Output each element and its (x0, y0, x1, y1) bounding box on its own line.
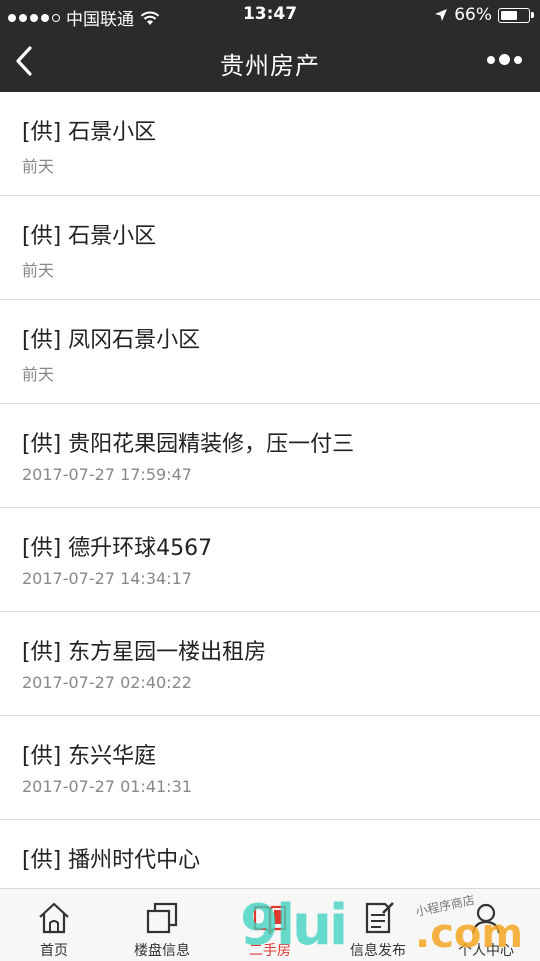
more-options-icon[interactable] (487, 54, 522, 65)
list-item[interactable]: [供] 凤冈石景小区 前天 (0, 300, 540, 404)
list-item[interactable]: [供] 贵阳花果园精装修，压一付三 2017-07-27 17:59:47 (0, 404, 540, 508)
status-right: 66% (434, 5, 534, 25)
item-time: 前天 (22, 261, 55, 280)
battery-percent: 66% (454, 5, 492, 25)
list-item[interactable]: [供] 德升环球4567 2017-07-27 14:34:17 (0, 508, 540, 612)
home-icon (39, 902, 69, 934)
buildings-icon (146, 902, 178, 934)
listing-list: [供] 石景小区 前天 [供] 石景小区 前天 [供] 凤冈石景小区 前天 [供… (0, 92, 540, 924)
battery-icon (498, 7, 534, 23)
tab-second-hand[interactable]: 二手房 (216, 889, 324, 961)
item-title: [供] 石景小区 (22, 224, 157, 249)
item-time: 2017-07-27 02:40:22 (22, 673, 192, 692)
item-time: 2017-07-27 01:41:31 (22, 777, 192, 796)
tab-label: 信息发布 (350, 943, 406, 959)
page-title: 贵州房产 (220, 52, 320, 80)
item-title: [供] 德升环球4567 (22, 536, 213, 561)
list-item[interactable]: [供] 石景小区 前天 (0, 196, 540, 300)
navigation-bar: 贵州房产 (0, 30, 540, 92)
tab-label: 楼盘信息 (134, 943, 190, 959)
user-icon (471, 903, 501, 934)
item-time: 前天 (22, 157, 55, 176)
item-title: [供] 凤冈石景小区 (22, 328, 201, 353)
tab-profile[interactable]: 个人中心 (432, 889, 540, 961)
bottom-tab-bar: 首页 楼盘信息 二手房 信息发布 个人中心 (0, 888, 540, 961)
list-item[interactable]: [供] 东兴华庭 2017-07-27 01:41:31 (0, 716, 540, 820)
item-title: [供] 播州时代中心 (22, 848, 201, 873)
tab-publish[interactable]: 信息发布 (324, 889, 432, 961)
item-time: 2017-07-27 14:34:17 (22, 569, 192, 588)
item-time: 前天 (22, 365, 55, 384)
tab-home[interactable]: 首页 (0, 889, 108, 961)
tab-buildings[interactable]: 楼盘信息 (108, 889, 216, 961)
location-arrow-icon (435, 9, 448, 21)
list-item[interactable]: [供] 东方星园一楼出租房 2017-07-27 02:40:22 (0, 612, 540, 716)
item-title: [供] 东兴华庭 (22, 744, 157, 769)
tab-label: 二手房 (249, 943, 291, 959)
tab-label: 个人中心 (458, 943, 514, 959)
status-bar: 中国联通 13:47 66% (0, 0, 540, 30)
item-title: [供] 东方星园一楼出租房 (22, 640, 267, 665)
book-icon (253, 905, 287, 936)
item-time: 2017-07-27 17:59:47 (22, 465, 192, 484)
tab-label: 首页 (40, 943, 68, 959)
item-title: [供] 贵阳花果园精装修，压一付三 (22, 432, 355, 457)
edit-document-icon (365, 902, 394, 934)
list-item[interactable]: [供] 石景小区 前天 (0, 92, 540, 196)
item-title: [供] 石景小区 (22, 120, 157, 145)
